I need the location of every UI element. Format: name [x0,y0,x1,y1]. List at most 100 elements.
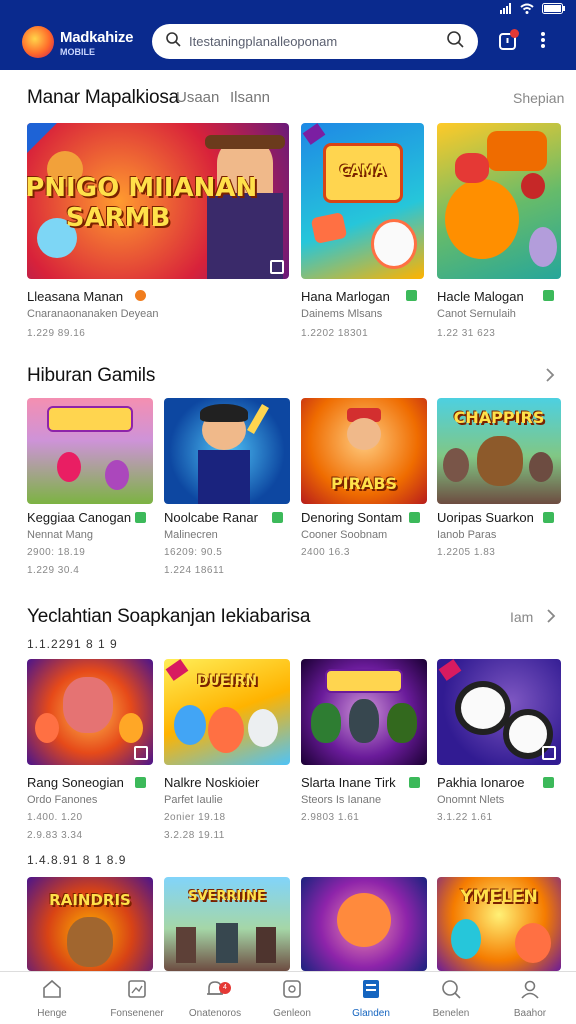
card-art-title: PAIPNIGO MIIANAN SARMB [27,173,258,233]
app-bar: Madkahize MOBILE Itestaningplanalleopona… [0,16,576,70]
card-art-title: RAINDRIS [49,891,131,909]
app-logo[interactable] [22,26,54,58]
game-meta: 16209: 90.5 [164,547,223,558]
see-all-link[interactable]: Shepian [513,90,564,106]
game-thumbnail[interactable]: PIRABS [301,398,427,504]
game-developer: Dainems Mlsans [301,308,383,320]
nav-label: Henge [37,1008,67,1019]
game-thumbnail[interactable] [301,659,427,765]
nav-label: Glanden [352,1008,390,1019]
verified-icon [135,512,146,523]
game-developer: Cooner Soobnam [301,529,388,541]
section-title-recommended: Yeclahtian Soapkanjan Iekiabarisa [27,606,311,627]
verified-icon [406,290,417,301]
game-thumbnail[interactable]: PAIPNIGO MIIANAN SARMB [27,123,289,279]
verified-icon [409,512,420,523]
card-art-title: CAMA [339,163,386,179]
game-thumbnail[interactable] [27,398,153,504]
profile-icon [521,980,539,999]
verified-icon [135,777,146,788]
game-thumbnail[interactable]: CHAPPIRS [437,398,561,504]
share-icon[interactable] [270,260,284,274]
nav-item-apps[interactable]: Glanden [331,978,411,1019]
game-meta: 1.22 31 623 [437,328,496,339]
search-submit-icon[interactable] [447,30,464,53]
game-thumbnail[interactable]: DUEIRN [164,659,290,765]
nav-item-library[interactable]: Fonsenener [97,978,177,1019]
share-icon[interactable] [542,746,556,760]
game-developer: Onomnt Nlets [437,794,505,806]
search-input[interactable]: Itestaningplanalleoponam [189,34,447,49]
game-meta: 1.2202 18301 [301,328,369,339]
section-title-featured: Manar Mapalkiosa [27,87,180,108]
chevron-right-icon[interactable] [546,368,555,387]
game-meta: 1.229 89.16 [27,328,86,339]
game-thumbnail[interactable]: CAMA [301,123,424,279]
nav-item-games[interactable]: Genleon [252,978,332,1019]
game-developer: Ordo Fanones [27,794,98,806]
card-art-title: YMELEN [460,887,538,907]
tab-ilsann[interactable]: Ilsann [230,89,270,106]
section-date: 1.1.2291 8 1 9 [27,637,118,651]
nav-item-notifications[interactable]: 4 Onatenoros [175,978,255,1019]
library-icon [128,980,146,998]
game-meta: 3.1.22 1.61 [437,812,493,823]
game-thumbnail[interactable] [437,659,561,765]
game-name: Uoripas Suarkon [437,510,534,525]
game-meta: 1.2205 1.83 [437,547,496,558]
nav-item-profile[interactable]: Baahor [490,978,570,1019]
game-thumbnail[interactable] [164,398,290,504]
game-meta: 1.229 30.4 [27,565,80,576]
game-meta: 2onier 19.18 [164,812,226,823]
nav-label: Onatenoros [188,1008,242,1019]
card-art-title: CHAPPIRS [453,408,545,427]
game-name: Lleasana Manan [27,289,124,304]
card-art-title: PIRABS [330,474,398,493]
game-meta: 3.2.28 19.11 [164,830,225,841]
game-name: Hacle Malogan [437,289,524,304]
game-developer: Ianob Paras [437,529,497,541]
game-thumbnail[interactable]: RAINDRIS [27,877,153,971]
verified-icon [543,290,554,301]
game-thumbnail[interactable] [27,659,153,765]
game-developer: Malinecren [164,529,218,541]
chevron-right-icon[interactable] [547,609,556,628]
ribbon-decoration [302,123,326,145]
more-options-icon[interactable] [540,31,546,54]
card-art-title: SVERRIINE [188,889,266,904]
app-name: Madkahize [60,29,134,46]
search-icon [442,980,461,999]
tab-usaan[interactable]: Usaan [176,89,219,106]
game-thumbnail[interactable] [437,123,561,279]
nav-item-home[interactable]: Henge [12,978,92,1019]
coin-icon [135,290,146,301]
game-meta: 2.9.83 3.34 [27,830,83,841]
game-meta: 2400 16.3 [301,547,350,558]
ribbon-decoration [438,659,462,681]
game-thumbnail[interactable] [301,877,427,971]
game-developer: Canot Sernulaih [437,308,516,320]
game-meta: 2.9803 1.61 [301,812,360,823]
game-name: Hana Marlogan [301,289,390,304]
game-thumbnail[interactable]: SVERRIINE [164,877,290,971]
game-meta: 1.224 18611 [164,565,225,576]
game-name: Pakhia Ionaroe [437,775,525,790]
nav-item-search[interactable]: Benelen [411,978,491,1019]
nav-badge: 4 [219,982,231,994]
share-icon[interactable] [134,746,148,760]
game-thumbnail[interactable]: YMELEN [437,877,561,971]
section-title-entertainment: Hiburan Gamils [27,365,156,386]
see-all-link[interactable]: Iam [510,609,533,625]
home-icon [43,979,61,998]
nav-label: Genleon [273,1008,311,1019]
verified-icon [409,777,420,788]
search-bar[interactable]: Itestaningplanalleoponam [152,24,478,59]
verified-icon [543,777,554,788]
game-developer: Steors Is Ianane [301,794,382,806]
game-meta: 1.400. 1.20 [27,812,83,823]
verified-icon [272,512,283,523]
search-icon [166,31,181,52]
game-developer: Cnaranaonanaken Deyean [27,308,159,320]
game-name: Keggiaa Canogan [27,510,132,525]
game-name: Rang Soneogian [27,775,124,790]
